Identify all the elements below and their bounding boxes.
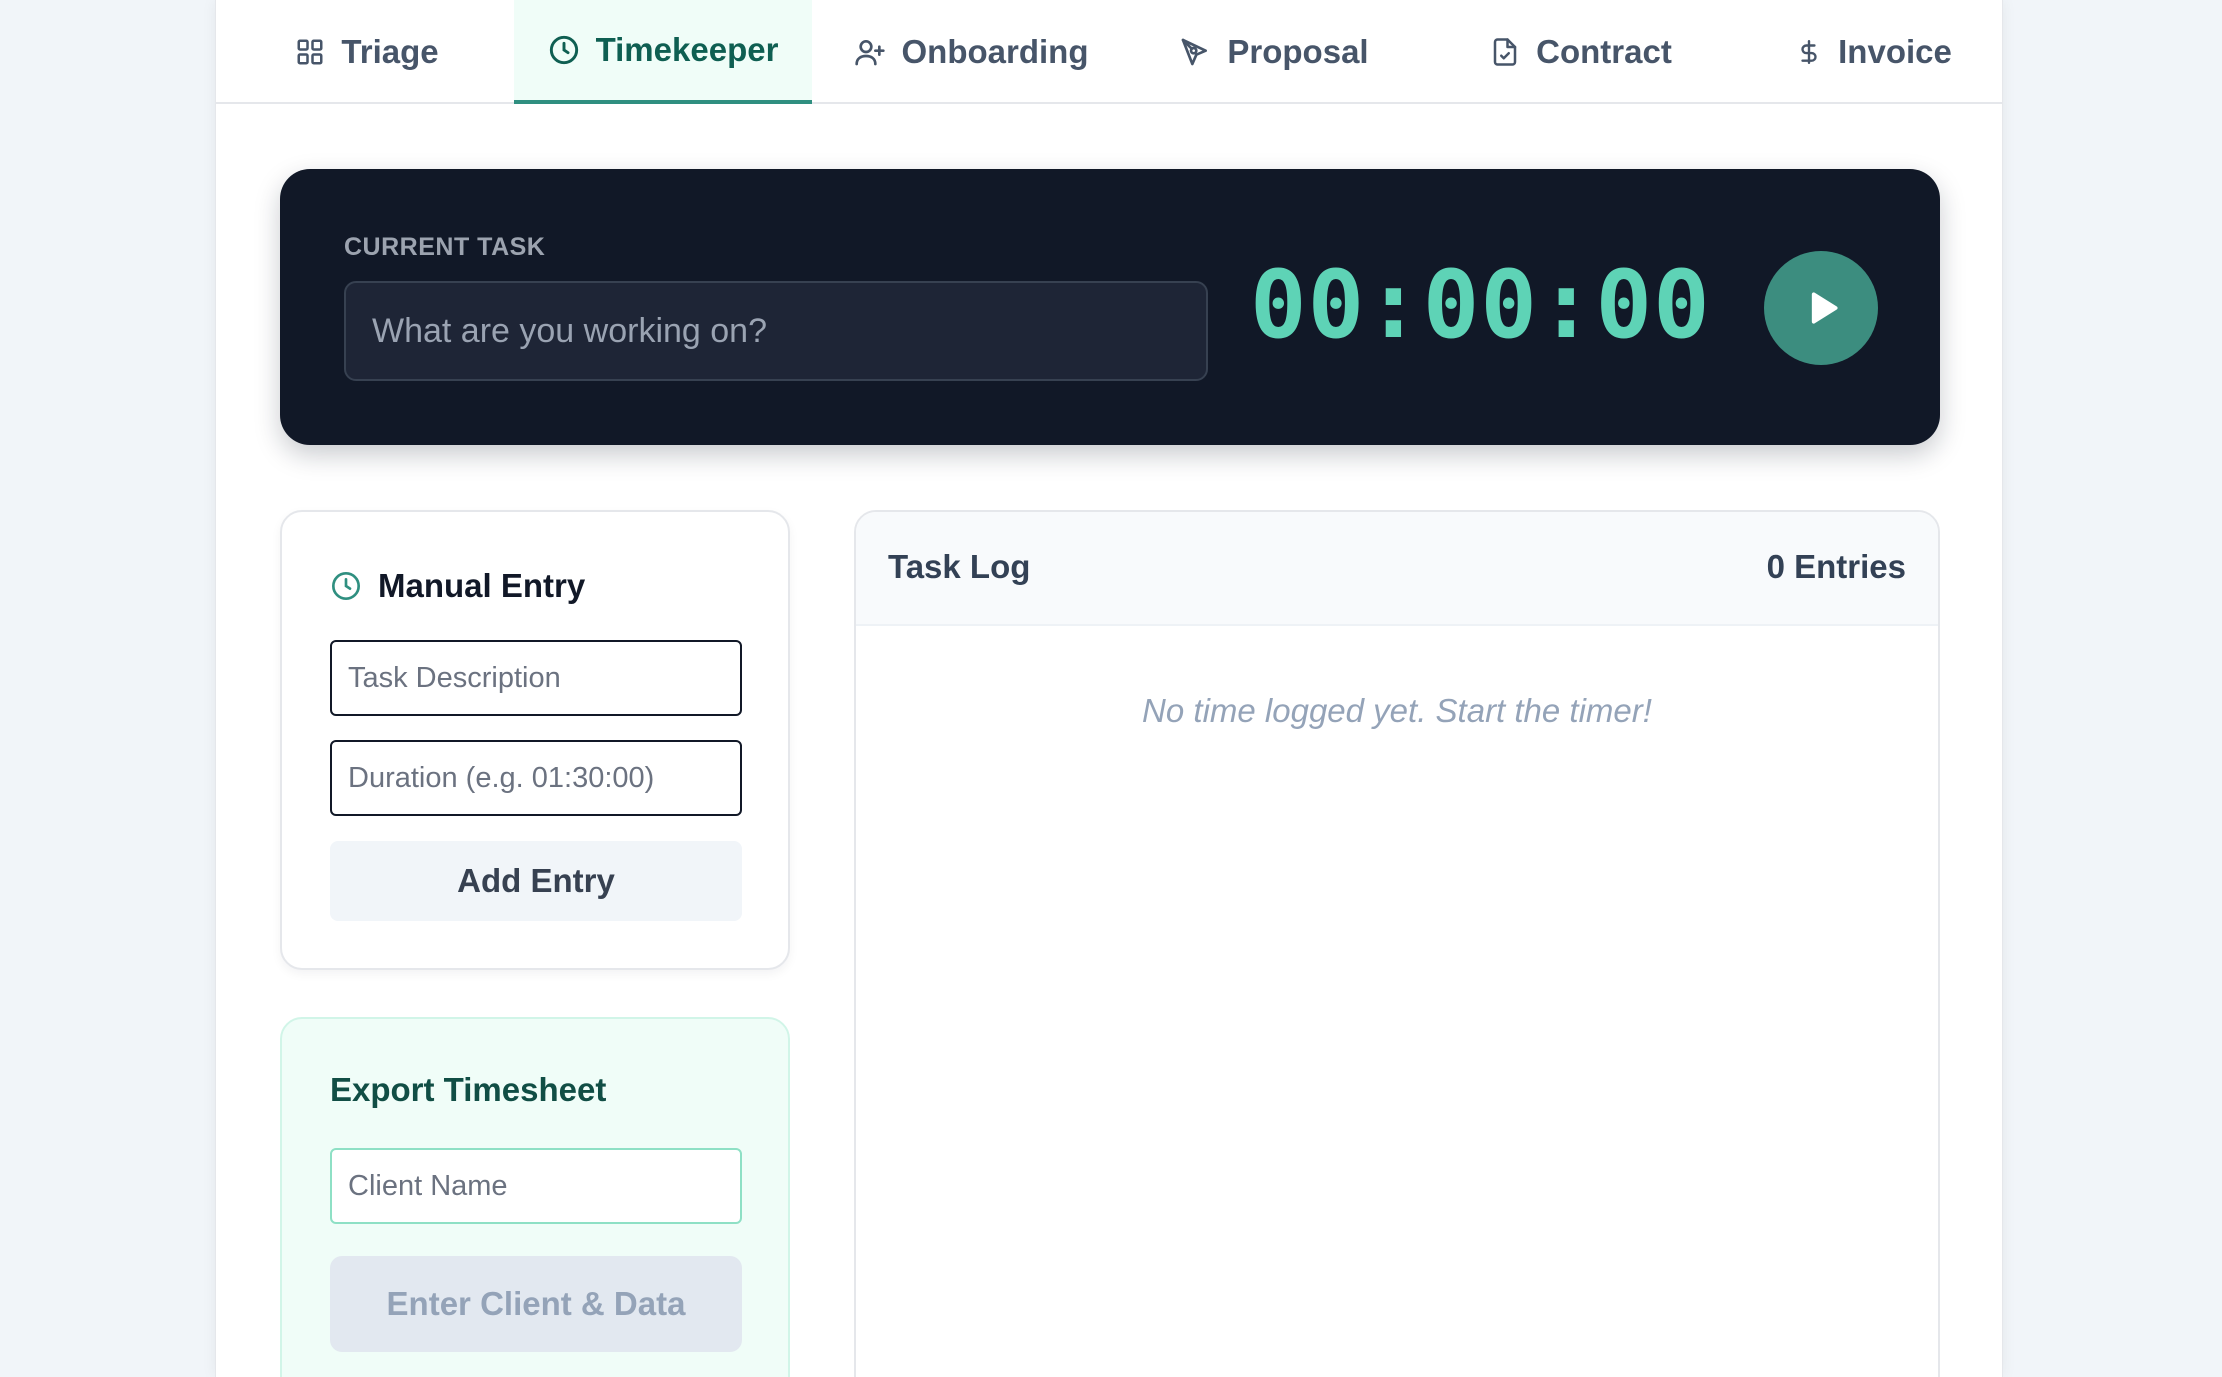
app-panel: Triage Timekeeper Onboarding Proposal Co… — [215, 0, 2003, 1377]
tab-label: Triage — [341, 33, 439, 70]
play-icon — [1799, 286, 1843, 330]
tab-proposal[interactable]: Proposal — [1154, 0, 1394, 104]
current-task-label: CURRENT TASK — [344, 233, 546, 261]
tab-label: Invoice — [1838, 33, 1952, 70]
user-plus-icon — [854, 36, 886, 68]
duration-field[interactable] — [330, 740, 742, 816]
export-title: Export Timesheet — [330, 1071, 607, 1108]
task-log-header: Task Log 0 Entries — [856, 512, 1938, 626]
tab-contract[interactable]: Contract — [1456, 0, 1706, 104]
manual-entry-title: Manual Entry — [378, 567, 586, 604]
tab-label: Onboarding — [901, 33, 1089, 70]
tab-onboarding[interactable]: Onboarding — [826, 0, 1116, 104]
timer-display: 00:00:00 — [1250, 251, 1711, 360]
client-name-field[interactable] — [330, 1148, 742, 1224]
tab-label: Proposal — [1227, 33, 1369, 70]
task-description-field[interactable] — [330, 640, 742, 716]
tab-triage[interactable]: Triage — [262, 0, 472, 104]
manual-entry-card: Manual Entry Add Entry — [280, 510, 790, 970]
grid-icon — [295, 37, 325, 67]
export-button[interactable]: Enter Client & Data — [330, 1256, 742, 1352]
tab-label: Contract — [1536, 33, 1672, 70]
empty-state-message: No time logged yet. Start the timer! — [1142, 692, 1652, 729]
file-check-icon — [1490, 36, 1520, 68]
dollar-icon — [1796, 36, 1822, 68]
tab-bar: Triage Timekeeper Onboarding Proposal Co… — [216, 0, 2002, 104]
manual-entry-header: Manual Entry — [330, 564, 585, 608]
start-timer-button[interactable] — [1764, 251, 1878, 365]
current-task-input[interactable] — [344, 281, 1208, 381]
timer-panel: CURRENT TASK 00:00:00 — [280, 169, 1940, 445]
tab-label: Timekeeper — [595, 31, 779, 68]
clock-icon — [330, 570, 362, 602]
clock-icon — [548, 34, 580, 66]
pen-tool-icon — [1179, 36, 1211, 68]
add-entry-button[interactable]: Add Entry — [330, 841, 742, 921]
tab-invoice[interactable]: Invoice — [1764, 0, 1984, 104]
task-log-title: Task Log — [888, 548, 1031, 585]
export-timesheet-card: Export Timesheet Enter Client & Data — [280, 1017, 790, 1377]
entries-count: 0 Entries — [1766, 548, 1906, 585]
task-log-panel: Task Log 0 Entries No time logged yet. S… — [854, 510, 1940, 1377]
tab-timekeeper[interactable]: Timekeeper — [514, 0, 812, 104]
